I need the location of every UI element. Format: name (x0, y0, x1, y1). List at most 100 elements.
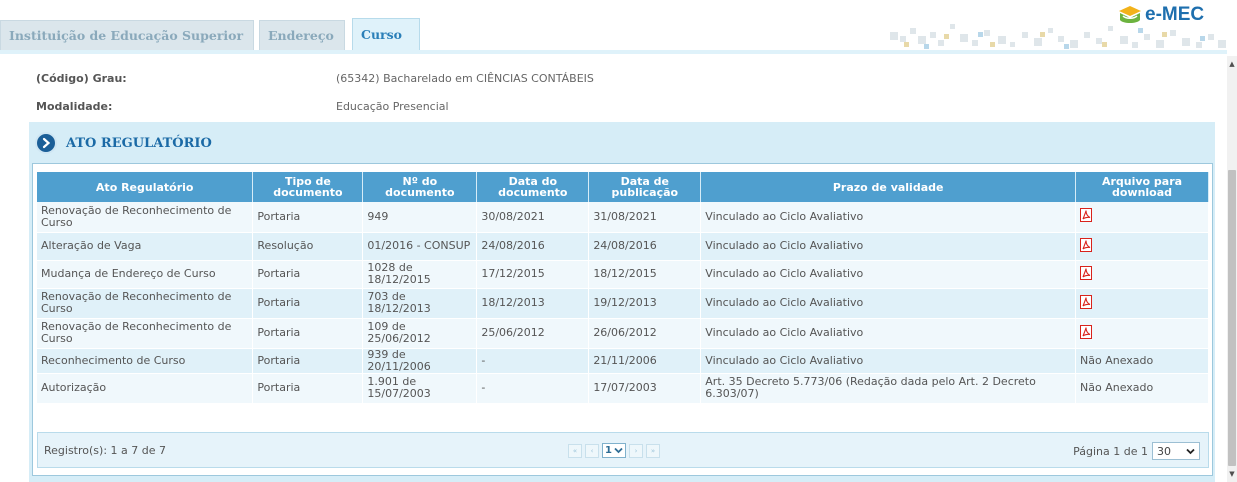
cell-ato: Autorização (37, 373, 254, 404)
tab-instituicao[interactable]: Instituição de Educação Superior (0, 20, 254, 50)
course-panel: (Código) Grau: (65342) Bacharelado em CI… (29, 60, 1215, 482)
scrollbar-thumb[interactable] (1228, 170, 1236, 466)
download-cell (1075, 202, 1209, 233)
chevron-down-icon (1186, 448, 1195, 454)
cell-data-pub: 21/11/2006 (588, 348, 702, 374)
column-header[interactable]: Arquivo para download (1075, 172, 1209, 202)
last-page-icon[interactable]: » (646, 443, 660, 458)
cell-data-pub: 26/06/2012 (588, 318, 702, 349)
cell-data-doc: - (476, 348, 590, 374)
cell-data-doc: - (476, 373, 590, 404)
scroll-up-icon[interactable]: ▲ (1228, 60, 1236, 68)
table-row: Autorização Portaria 1.901 de 15/07/2003-1… (37, 373, 1209, 404)
cell-ato: Reconhecimento de Curso (37, 348, 254, 374)
cell-ato: Mudança de Endereço de Curso (37, 260, 254, 289)
chevron-right-circle-icon (35, 132, 57, 154)
records-count: Registro(s): 1 a 7 de 7 (44, 444, 166, 457)
cell-arquivo: Não Anexado (1075, 348, 1209, 374)
table-row: Renovação de Reconhecimento de Curso Port… (37, 202, 1209, 233)
pdf-icon[interactable] (1080, 208, 1093, 223)
table-footer: Registro(s): 1 a 7 de 7 « ‹ 1 › » Página… (37, 432, 1209, 468)
cell-numero: 949 (362, 202, 478, 233)
column-header[interactable]: Data do documento (476, 172, 590, 202)
page-info-text: Página 1 de 1 (1073, 444, 1148, 458)
cell-numero: 01/2016 - CONSUP (362, 232, 478, 261)
column-header[interactable]: Nº do documento (362, 172, 478, 202)
chevron-down-icon (614, 447, 623, 454)
cell-prazo: Vinculado ao Ciclo Avaliativo (700, 348, 1077, 374)
grau-row: (Código) Grau: (65342) Bacharelado em CI… (29, 67, 1215, 89)
cell-tipo: Portaria (252, 373, 364, 404)
grau-label: (Código) Grau: (36, 71, 127, 85)
cell-numero: 109 de 25/06/2012 (362, 318, 478, 349)
table-row: Mudança de Endereço de Curso Portaria 1028… (37, 260, 1209, 289)
column-header[interactable]: Prazo de validade (700, 172, 1077, 202)
modalidade-value: Educação Presencial (336, 99, 449, 113)
page-size-value: 30 (1157, 444, 1171, 458)
section-header[interactable]: ATO REGULATÓRIO (35, 130, 212, 156)
pdf-icon[interactable] (1080, 265, 1093, 280)
pdf-icon[interactable] (1080, 324, 1093, 339)
tab-endereco[interactable]: Endereço (259, 20, 345, 50)
download-cell (1075, 232, 1209, 261)
logo-text: e-MEC (1145, 4, 1205, 25)
cell-prazo: Vinculado ao Ciclo Avaliativo (700, 318, 1077, 349)
cell-prazo: Vinculado ao Ciclo Avaliativo (700, 232, 1077, 261)
column-header[interactable]: Tipo de documento (252, 172, 364, 202)
cell-prazo: Vinculado ao Ciclo Avaliativo (700, 288, 1077, 319)
next-page-icon[interactable]: › (629, 443, 643, 458)
cell-data-doc: 17/12/2015 (476, 260, 590, 289)
scroll-down-icon[interactable]: ▼ (1228, 470, 1236, 478)
cell-data-pub: 18/12/2015 (588, 260, 702, 289)
emec-logo[interactable]: e-MEC (1117, 3, 1204, 27)
table-header-row: Ato Regulatório Tipo de documento Nº do … (37, 172, 1209, 202)
cell-numero: 703 de 18/12/2013 (362, 288, 478, 319)
column-header[interactable]: Data de publicação (588, 172, 702, 202)
download-cell (1075, 288, 1209, 319)
tab-label: Endereço (268, 28, 334, 43)
cell-data-doc: 18/12/2013 (476, 288, 590, 319)
table-row: Alteração de Vaga Resolução 01/2016 - CONS… (37, 232, 1209, 261)
cell-data-pub: 17/07/2003 (588, 373, 702, 404)
cell-tipo: Resolução (252, 232, 364, 261)
modalidade-row: Modalidade: Educação Presencial (29, 95, 1215, 117)
prev-page-icon[interactable]: ‹ (585, 443, 599, 458)
cell-prazo: Vinculado ao Ciclo Avaliativo (700, 202, 1077, 233)
cell-data-doc: 24/08/2016 (476, 232, 590, 261)
cell-tipo: Portaria (252, 202, 364, 233)
cell-data-pub: 31/08/2021 (588, 202, 702, 233)
cell-tipo: Portaria (252, 260, 364, 289)
first-page-icon[interactable]: « (568, 443, 582, 458)
column-header[interactable]: Ato Regulatório (37, 172, 254, 202)
pdf-icon[interactable] (1080, 294, 1093, 309)
ato-regulatorio-table: Ato Regulatório Tipo de documento Nº do … (37, 172, 1209, 404)
cell-data-pub: 24/08/2016 (588, 232, 702, 261)
vertical-scrollbar[interactable]: ▲ ▼ (1227, 56, 1237, 482)
cell-tipo: Portaria (252, 318, 364, 349)
cell-tipo: Portaria (252, 288, 364, 319)
cell-prazo: Vinculado ao Ciclo Avaliativo (700, 260, 1077, 289)
tab-label: Curso (361, 27, 402, 42)
cell-data-pub: 19/12/2013 (588, 288, 702, 319)
book-logo-icon (1119, 6, 1141, 23)
tab-underline (0, 50, 1227, 54)
table-row: Reconhecimento de Curso Portaria 939 de 20… (37, 348, 1209, 374)
cell-ato: Alteração de Vaga (37, 232, 254, 261)
top-bar: Instituição de Educação Superior Endereç… (0, 0, 1237, 56)
cell-data-doc: 30/08/2021 (476, 202, 590, 233)
pdf-icon[interactable] (1080, 237, 1093, 252)
tab-curso[interactable]: Curso (352, 18, 420, 50)
cell-numero: 939 de 20/11/2006 (362, 348, 478, 374)
cell-ato: Renovação de Reconhecimento de Curso (37, 288, 254, 319)
table-row: Renovação de Reconhecimento de Curso Port… (37, 318, 1209, 349)
cell-ato: Renovação de Reconhecimento de Curso (37, 318, 254, 349)
page-select[interactable]: 1 (602, 443, 626, 458)
table-container: Ato Regulatório Tipo de documento Nº do … (32, 163, 1213, 476)
cell-arquivo: Não Anexado (1075, 373, 1209, 404)
page-size-select[interactable]: 30 (1152, 442, 1200, 460)
tab-label: Instituição de Educação Superior (9, 28, 244, 43)
table-row: Renovação de Reconhecimento de Curso Port… (37, 288, 1209, 319)
section-title: ATO REGULATÓRIO (66, 135, 212, 151)
page-info: Página 1 de 1 30 (1073, 442, 1200, 460)
cell-tipo: Portaria (252, 348, 364, 374)
